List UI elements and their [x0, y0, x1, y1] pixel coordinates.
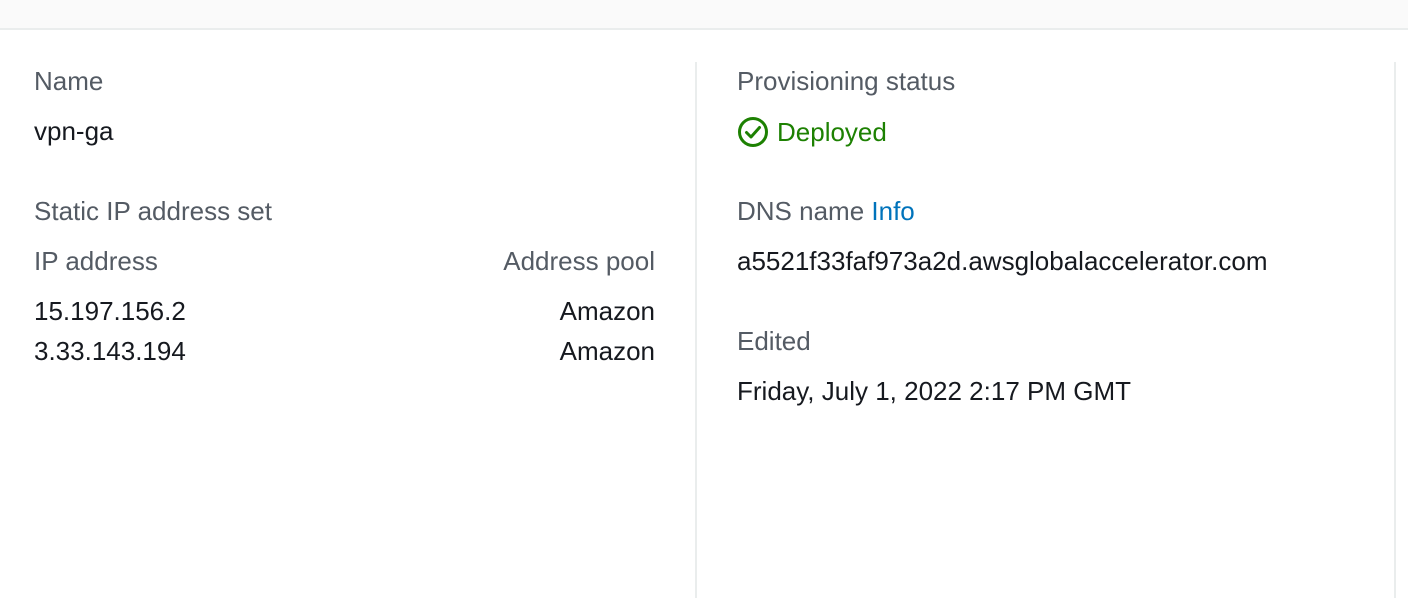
check-circle-icon: [737, 116, 769, 148]
info-link[interactable]: Info: [871, 196, 914, 226]
name-label: Name: [34, 66, 104, 96]
dns-name-label-row: DNS name Info: [737, 196, 915, 226]
provisioning-status: Deployed: [737, 116, 887, 148]
static-ip-set-label: Static IP address set: [34, 196, 272, 226]
ip-address-header: IP address: [34, 246, 158, 276]
column-divider: [695, 62, 697, 598]
name-value: vpn-ga: [34, 116, 114, 146]
address-pool-cell: Amazon: [559, 336, 655, 366]
top-band: [0, 0, 1408, 30]
provisioning-status-label: Provisioning status: [737, 66, 956, 96]
edited-value: Friday, July 1, 2022 2:17 PM GMT: [737, 376, 1131, 406]
dns-name-value: a5521f33faf973a2d.awsglobalaccelerator.c…: [737, 246, 1268, 276]
column-divider: [1394, 62, 1396, 598]
provisioning-status-value: Deployed: [777, 117, 887, 147]
ip-address-cell: 3.33.143.194: [34, 336, 186, 366]
edited-label: Edited: [737, 326, 811, 356]
address-pool-cell: Amazon: [559, 296, 655, 326]
dns-name-label: DNS name: [737, 196, 865, 226]
address-pool-header: Address pool: [503, 246, 655, 276]
ip-address-cell: 15.197.156.2: [34, 296, 186, 326]
